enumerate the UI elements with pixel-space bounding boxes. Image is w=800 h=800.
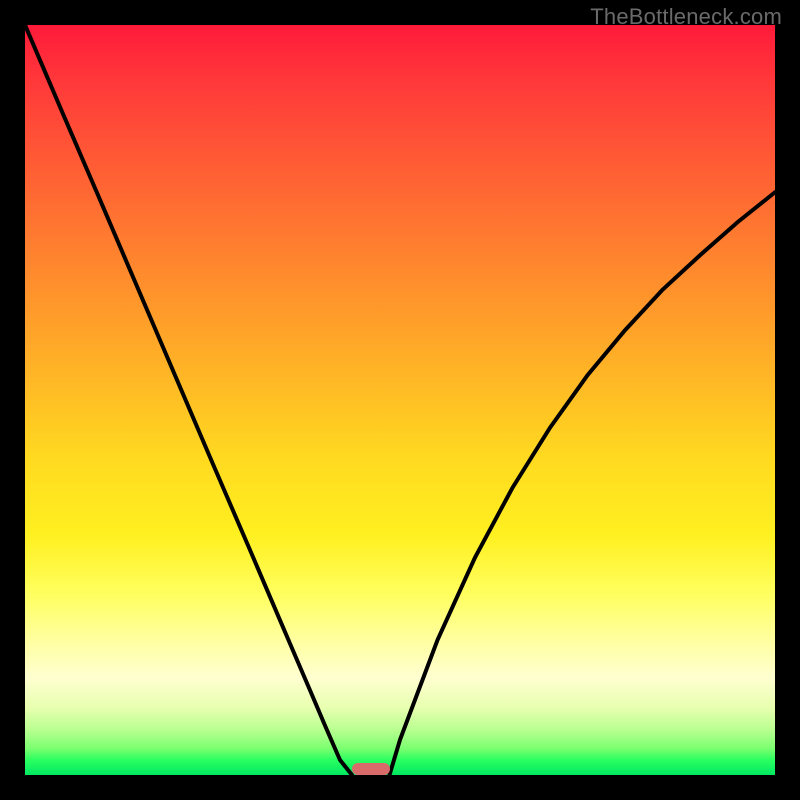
curves-svg (25, 25, 775, 775)
plot-area (25, 25, 775, 775)
right-curve (390, 192, 776, 775)
chart-frame: TheBottleneck.com (0, 0, 800, 800)
left-curve (25, 25, 352, 775)
baseline-marker (352, 763, 390, 775)
